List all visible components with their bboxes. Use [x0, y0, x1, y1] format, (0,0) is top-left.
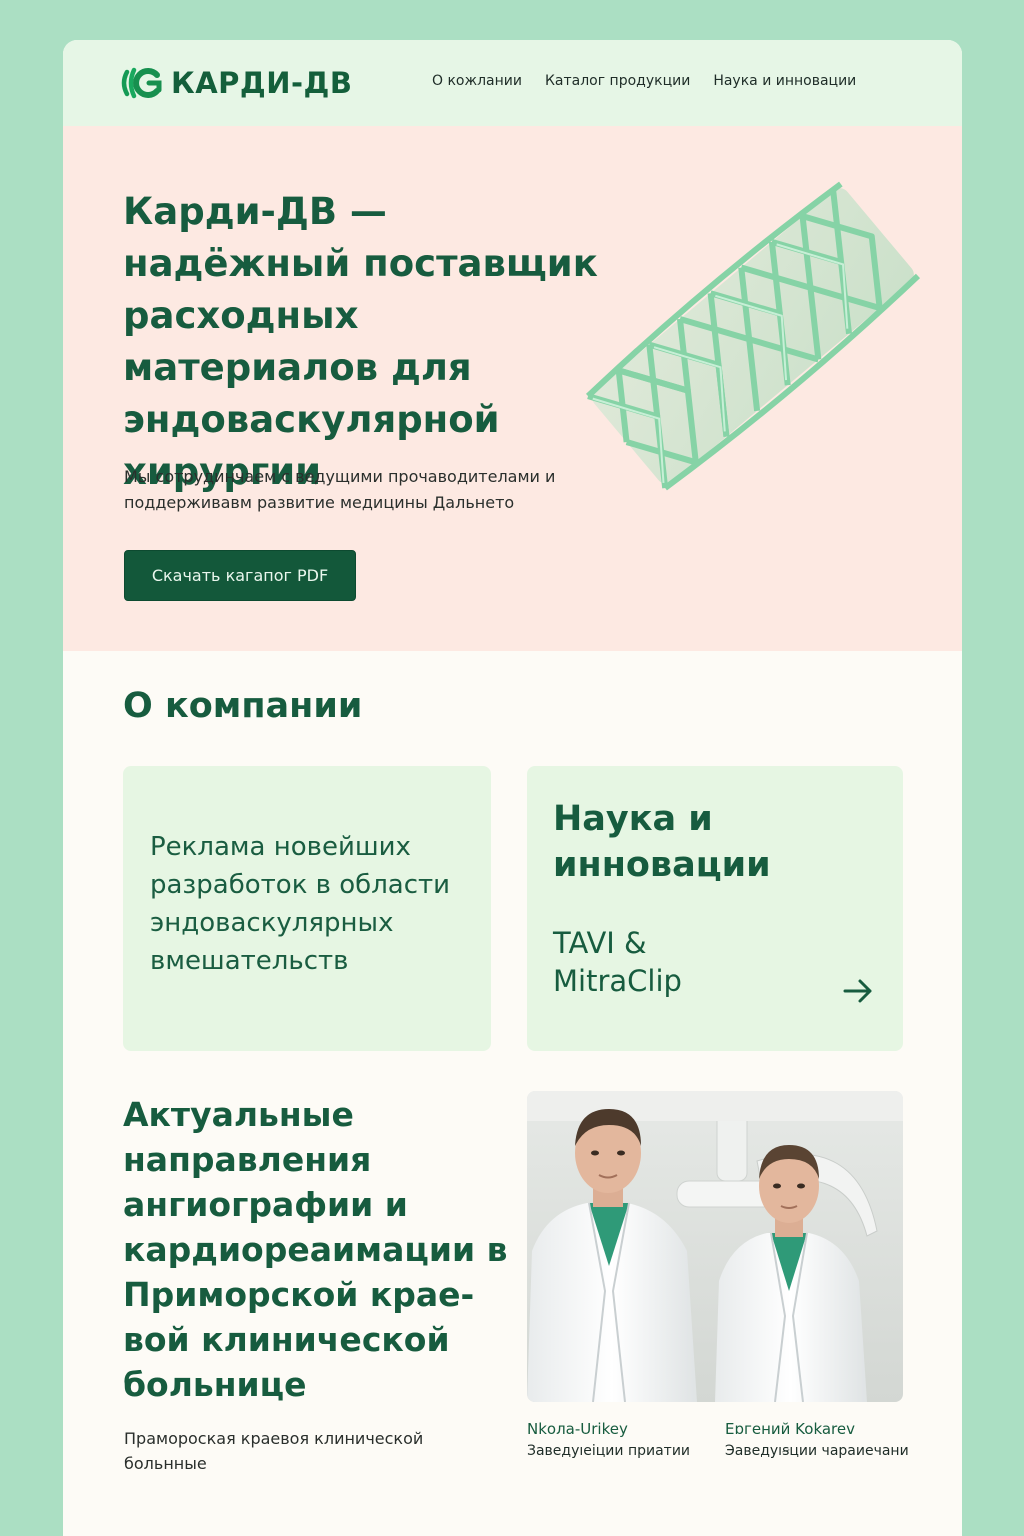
hero-section: Карди-ДВ — надёжный поставщик расходных … [63, 126, 962, 651]
person-name: Eɒгений Kokarev [725, 1420, 856, 1438]
logo[interactable]: КАРДИ-ДВ [119, 64, 352, 102]
page-container: КАРДИ-ДВ О кожлании Каталог продукции На… [63, 40, 962, 1536]
person-name: Nkола-Urikey [527, 1420, 628, 1438]
logo-text: КАРДИ-ДВ [171, 66, 353, 100]
person-card: Nkола-Urikey Заведуıeiции приатии [527, 1418, 690, 1462]
nav-item-about[interactable]: О кожлании [432, 73, 522, 89]
science-card-subtitle: TAVI & MitraClip [553, 926, 682, 998]
directions-subtitle: Прамороская краевоя клинической больнные [124, 1429, 424, 1473]
science-innovation-card[interactable]: Наука и инновации TAVI & MitraClip [527, 766, 903, 1051]
main-nav: О кожлании Каталог продукции Наука и инн… [432, 73, 879, 89]
person-role: Заведуıeiции приатии [527, 1443, 691, 1459]
person-card: Eɒгений Kokarev Эаведуıꞩции чараиечани [725, 1418, 909, 1462]
nav-item-catalog[interactable]: Каталог продукции [545, 73, 690, 89]
site-header: КАРДИ-ДВ О кожлании Каталог продукции На… [63, 40, 962, 126]
hero-subtitle: Мы сотрудинчаем с ведущими прочаводитела… [124, 467, 556, 512]
science-card-title: Наука и инновации [553, 799, 771, 885]
person-role: Эаведуıꞩции чараиечани [725, 1443, 909, 1459]
nav-item-science[interactable]: Наука и инновации [713, 73, 856, 89]
hero-title: Карди-ДВ — надёжный поставщик расходных … [123, 190, 598, 493]
doctors-photo [527, 1091, 903, 1402]
directions-title: Актуальные направления ангиографии и кар… [123, 1095, 508, 1404]
stent-illustration-icon [585, 181, 921, 491]
logo-mark-icon [121, 67, 162, 99]
arrow-right-icon[interactable] [841, 974, 875, 1008]
about-card-news-text: Реклама новейших разработок в области эн… [150, 832, 451, 976]
about-section-title: О компании [123, 686, 363, 726]
download-catalog-button[interactable]: Скачать кагапог PDF [124, 550, 356, 601]
about-card-news: Реклама новейших разработок в области эн… [123, 766, 491, 1051]
doctors-photo-image [527, 1091, 903, 1402]
